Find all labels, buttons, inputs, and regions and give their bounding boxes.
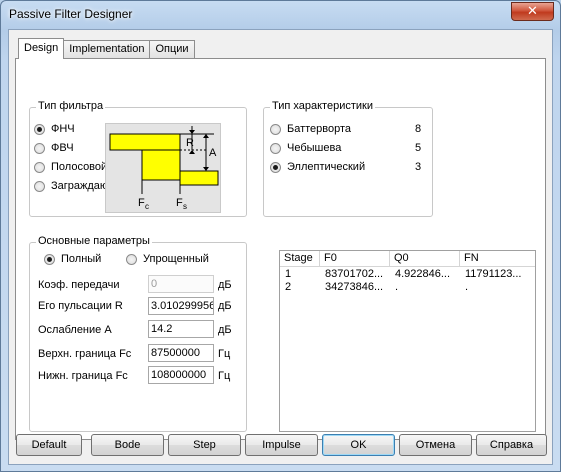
ripple-input[interactable]: 3.010299956 bbox=[148, 297, 214, 315]
elliptic-radio[interactable]: Эллептический bbox=[270, 161, 365, 173]
upper-fc-unit: Гц bbox=[218, 348, 231, 360]
main-params-title: Основные параметры bbox=[36, 235, 152, 247]
radio-label: Упрощенный bbox=[143, 253, 209, 265]
mode-full-radio[interactable]: Полный bbox=[44, 253, 101, 265]
filter-type-bandpass-radio[interactable]: Полосовой bbox=[34, 161, 107, 173]
dialog-client: Design Implementation Опции Тип фильтра … bbox=[8, 29, 553, 465]
radio-label: Эллептический bbox=[287, 161, 366, 173]
chebyshev-radio[interactable]: Чебышева bbox=[270, 142, 341, 154]
step-button[interactable]: Step bbox=[168, 434, 241, 456]
filter-response-diagram: R A F c F s bbox=[105, 123, 221, 213]
filter-type-highpass-radio[interactable]: ФВЧ bbox=[34, 142, 74, 154]
chebyshev-order: 5 bbox=[415, 142, 422, 154]
attenuation-input[interactable]: 14.2 bbox=[148, 320, 214, 338]
gain-unit: дБ bbox=[218, 279, 232, 291]
radio-label: ФНЧ bbox=[51, 123, 75, 135]
characteristic-title: Тип характеристики bbox=[270, 100, 375, 112]
title-bar: Passive Filter Designer ✕ bbox=[1, 1, 560, 29]
upper-fc-input[interactable]: 87500000 bbox=[148, 344, 214, 362]
radio-indicator bbox=[34, 142, 45, 154]
tab-strip: Design Implementation Опции bbox=[18, 38, 195, 59]
diagram-label-r: R bbox=[186, 137, 194, 149]
app-window: Passive Filter Designer ✕ Design Impleme… bbox=[0, 0, 561, 472]
radio-indicator bbox=[270, 123, 281, 135]
lower-fc-unit: Гц bbox=[218, 370, 231, 382]
gain-label: Коэф. передачи bbox=[38, 279, 120, 291]
lowpass-mask-graphic: R A F c F s bbox=[109, 126, 219, 211]
radio-indicator bbox=[270, 161, 281, 173]
table-cell[interactable]: 1 bbox=[285, 268, 291, 280]
diagram-label-fc: F bbox=[138, 197, 145, 209]
mode-simple-radio[interactable]: Упрощенный bbox=[126, 253, 209, 265]
default-button[interactable]: Default bbox=[16, 434, 82, 456]
table-cell[interactable]: 83701702... bbox=[325, 268, 389, 280]
table-header: Stage F0 Q0 FN bbox=[280, 251, 535, 267]
stage-table[interactable]: Stage F0 Q0 FN 1 83701702... 4.922846...… bbox=[279, 250, 536, 432]
gain-input[interactable]: 0 bbox=[148, 275, 214, 293]
butterworth-radio[interactable]: Баттерворта bbox=[270, 123, 351, 135]
help-button[interactable]: Справка bbox=[476, 434, 547, 456]
radio-indicator bbox=[44, 253, 55, 265]
close-icon: ✕ bbox=[527, 4, 538, 19]
attenuation-label: Ослабление A bbox=[38, 324, 112, 336]
radio-indicator bbox=[34, 180, 45, 192]
close-button[interactable]: ✕ bbox=[511, 2, 554, 21]
ripple-unit: дБ bbox=[218, 300, 232, 312]
radio-label: Полосовой bbox=[51, 161, 108, 173]
radio-indicator bbox=[126, 253, 137, 265]
radio-label: Полный bbox=[61, 253, 102, 265]
elliptic-order: 3 bbox=[415, 161, 422, 173]
table-cell[interactable]: 11791123... bbox=[465, 268, 535, 280]
radio-indicator bbox=[270, 142, 281, 154]
filter-type-lowpass-radio[interactable]: ФНЧ bbox=[34, 123, 75, 135]
diagram-label-a: A bbox=[209, 147, 217, 159]
attenuation-unit: дБ bbox=[218, 324, 232, 336]
ripple-label: Его пульсации R bbox=[38, 300, 123, 312]
tab-design[interactable]: Design bbox=[18, 38, 65, 59]
radio-label: Чебышева bbox=[287, 142, 342, 154]
table-cell[interactable]: . bbox=[395, 281, 459, 293]
impulse-button[interactable]: Impulse bbox=[245, 434, 318, 456]
column-header-fn[interactable]: FN bbox=[460, 251, 535, 267]
butterworth-order: 8 bbox=[415, 123, 422, 135]
radio-indicator bbox=[34, 161, 45, 173]
table-cell[interactable]: 34273846... bbox=[325, 281, 389, 293]
tab-options[interactable]: Опции bbox=[149, 40, 195, 58]
radio-label: Баттерворта bbox=[287, 123, 352, 135]
lower-fc-label: Нижн. граница Fc bbox=[38, 370, 128, 382]
column-header-f0[interactable]: F0 bbox=[320, 251, 390, 267]
window-title: Passive Filter Designer bbox=[9, 7, 133, 21]
diagram-label-fc-sub: c bbox=[145, 202, 149, 211]
bode-button[interactable]: Bode bbox=[91, 434, 164, 456]
table-cell[interactable]: . bbox=[465, 281, 535, 293]
diagram-label-fs-sub: s bbox=[183, 202, 187, 211]
diagram-label-fs: F bbox=[176, 197, 183, 209]
ok-button[interactable]: OK bbox=[322, 434, 395, 456]
upper-fc-label: Верхн. граница Fc bbox=[38, 348, 132, 360]
filter-type-title: Тип фильтра bbox=[36, 100, 106, 112]
design-tab-panel: Тип фильтра ФНЧ ФВЧ Полосовой Заграждающ bbox=[15, 58, 546, 440]
table-cell[interactable]: 2 bbox=[285, 281, 291, 293]
radio-label: ФВЧ bbox=[51, 142, 74, 154]
main-params-group: Основные параметры bbox=[29, 235, 247, 432]
radio-indicator bbox=[34, 123, 45, 135]
table-cell[interactable]: 4.922846... bbox=[395, 268, 459, 280]
lower-fc-input[interactable]: 108000000 bbox=[148, 366, 214, 384]
column-header-stage[interactable]: Stage bbox=[280, 251, 320, 267]
column-header-q0[interactable]: Q0 bbox=[390, 251, 460, 267]
tab-implementation[interactable]: Implementation bbox=[63, 40, 151, 58]
cancel-button[interactable]: Отмена bbox=[399, 434, 472, 456]
